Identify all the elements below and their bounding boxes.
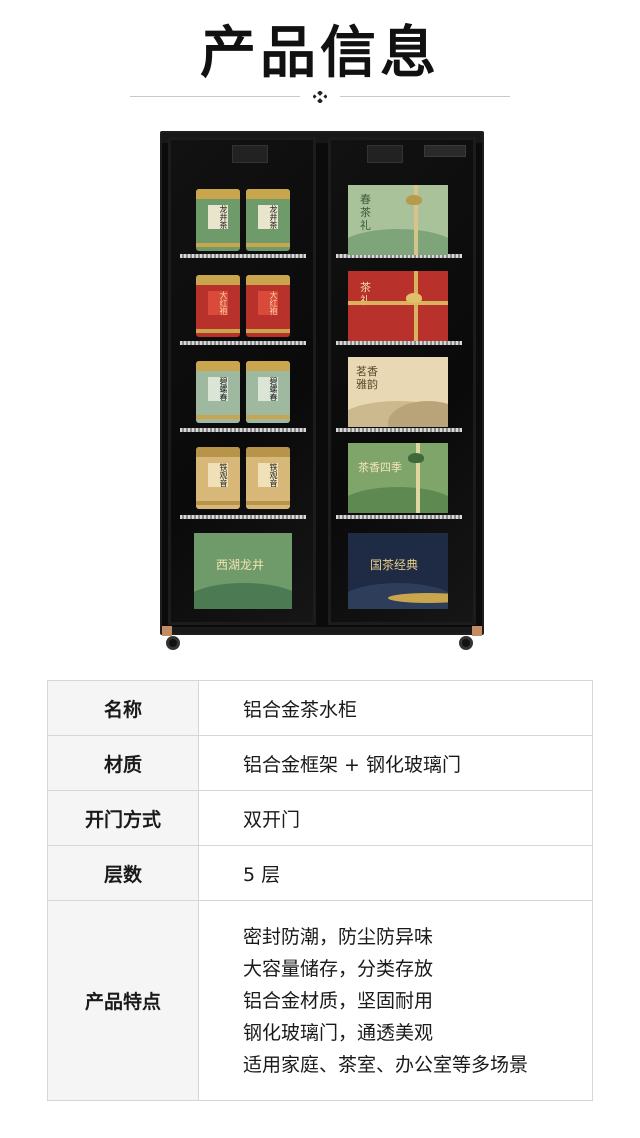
product-spec-table: 名称 铝合金茶水柜 材质 铝合金框架 + 钢化玻璃门 开门方式 双开门 层数 5… (47, 680, 593, 1101)
tea-gift-box: 国茶经典 (348, 533, 448, 609)
tea-can: 龙井茶 (196, 189, 240, 251)
shelf (180, 341, 306, 345)
shelf (336, 341, 462, 345)
spec-key: 开门方式 (47, 790, 199, 846)
spec-key: 名称 (47, 680, 199, 736)
spec-key: 材质 (47, 735, 199, 791)
caster-wheel-icon (459, 636, 473, 650)
control-panel (424, 145, 466, 157)
caster-wheel-icon (166, 636, 180, 650)
feature-item: 密封防潮，防尘防异味 (243, 925, 434, 948)
title-divider-right (340, 96, 510, 97)
diamond-ornament-icon (313, 91, 327, 103)
spec-value: 铝合金茶水柜 (198, 680, 593, 736)
tea-can: 大红袍 (196, 275, 240, 337)
tea-gift-box: 茶礼 (348, 271, 448, 341)
feature-item: 大容量储存，分类存放 (243, 957, 434, 980)
table-row: 产品特点 密封防潮，防尘防异味 大容量储存，分类存放 铝合金材质，坚固耐用 钢化… (47, 900, 593, 1101)
tea-can: 碧螺春 (196, 361, 240, 423)
table-row: 开门方式 双开门 (47, 790, 593, 846)
cabinet-foot (472, 626, 482, 636)
page-title: 产品信息 (200, 21, 440, 86)
cabinet-base (164, 627, 480, 633)
feature-item: 钢化玻璃门，通透美观 (243, 1021, 434, 1044)
spec-value: 5 层 (198, 845, 593, 901)
shelf (180, 428, 306, 432)
spec-key: 产品特点 (47, 900, 199, 1101)
tea-can: 铁观音 (196, 447, 240, 509)
spec-key: 层数 (47, 845, 199, 901)
table-row: 材质 铝合金框架 + 钢化玻璃门 (47, 735, 593, 791)
spec-value: 双开门 (198, 790, 593, 846)
fan-vent-icon (367, 145, 403, 163)
table-row: 名称 铝合金茶水柜 (47, 680, 593, 736)
feature-item: 铝合金材质，坚固耐用 (243, 989, 434, 1012)
cabinet-foot (162, 626, 172, 636)
shelf (180, 254, 306, 258)
tea-can: 铁观音 (246, 447, 290, 509)
tea-gift-box: 西湖龙井 (194, 533, 292, 609)
feature-list: 密封防潮，防尘防异味 大容量储存，分类存放 铝合金材质，坚固耐用 钢化玻璃门，通… (198, 900, 593, 1101)
title-divider-left (130, 96, 300, 97)
fan-vent-icon (232, 145, 268, 163)
shelf (180, 515, 306, 519)
tea-gift-box: 茗香雅韵 (348, 357, 448, 427)
shelf (336, 428, 462, 432)
tea-cabinet-image: 龙井茶 龙井茶 大红袍 大红袍 碧螺春 碧螺春 铁观音 铁观音 西湖龙井 春茶礼 (160, 131, 484, 635)
table-row: 层数 5 层 (47, 845, 593, 901)
spec-value: 铝合金框架 + 钢化玻璃门 (198, 735, 593, 791)
feature-item: 适用家庭、茶室、办公室等多场景 (243, 1053, 529, 1076)
tea-gift-box: 春茶礼 (348, 185, 448, 255)
tea-gift-box: 茶香四季 (348, 443, 448, 513)
tea-can: 碧螺春 (246, 361, 290, 423)
tea-can: 龙井茶 (246, 189, 290, 251)
shelf (336, 515, 462, 519)
tea-can: 大红袍 (246, 275, 290, 337)
